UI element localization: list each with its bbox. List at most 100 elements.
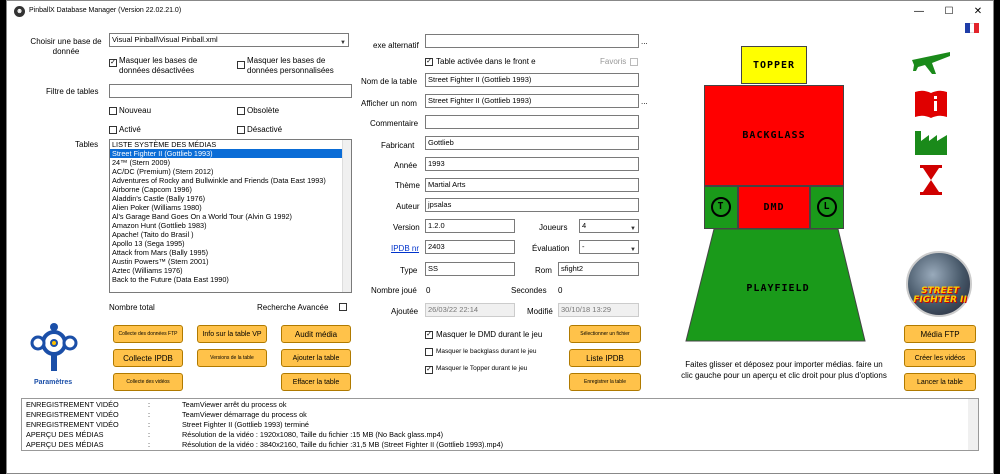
table-list-item[interactable]: Austin Powers™ (Stern 2001) [110, 257, 342, 266]
tables-scrollbar[interactable] [342, 140, 351, 292]
settings-button[interactable]: Paramètres [25, 323, 83, 386]
table-versions-button[interactable]: Versions de la table [197, 349, 267, 367]
type-input[interactable]: SS [425, 262, 515, 276]
log-msg: Résolution de la vidéo : 1920x1080, Tail… [182, 430, 444, 439]
media-ftp-button[interactable]: Média FTP [904, 325, 976, 343]
log-cat: APERÇU DES MÉDIAS [26, 430, 104, 439]
comment-input[interactable] [425, 115, 639, 129]
delete-table-button[interactable]: Effacer la table [281, 373, 351, 391]
obsolete-label: Obsolète [247, 106, 280, 115]
factory-icon[interactable] [913, 127, 949, 157]
table-list-item[interactable]: LISTE SYSTÈME DES MÉDIAS [110, 140, 342, 149]
hide-custom-label: Masquer les bases de données personnalis… [247, 56, 334, 75]
advanced-search-label: Recherche Avancée [257, 303, 329, 312]
save-table-button[interactable]: Enregistrer la table [569, 373, 641, 391]
advanced-search-checkbox[interactable] [339, 303, 347, 311]
ipdb-link[interactable]: IPDB nr [391, 244, 419, 253]
select-file-button[interactable]: Sélectionner un fichier [569, 325, 641, 343]
log-cat: ENREGISTREMENT VIDÉO [26, 420, 119, 429]
table-info-button[interactable]: Info sur la table VP [197, 325, 267, 343]
new-checkbox[interactable] [109, 107, 117, 115]
year-input[interactable]: 1993 [425, 157, 639, 171]
disabled-label: Désactivé [247, 125, 283, 134]
table-list-item[interactable]: 24™ (Stern 2009) [110, 158, 342, 167]
backglass-zone[interactable]: BACKGLASS [704, 85, 844, 186]
maker-input[interactable]: Gottlieb [425, 136, 639, 150]
hide-disabled-checkbox[interactable]: ✓ [109, 59, 117, 67]
hourglass-icon[interactable] [919, 164, 943, 196]
filter-input[interactable] [109, 84, 352, 98]
table-list-item[interactable]: Apache! (Taito do Brasil ) [110, 230, 342, 239]
right-speaker-zone[interactable]: L [810, 186, 844, 229]
display-name-browse[interactable]: ... [641, 97, 648, 106]
database-select[interactable]: Visual Pinball\Visual Pinball.xml ▼ [109, 33, 349, 47]
table-active-checkbox[interactable]: ✓ [425, 58, 433, 66]
table-list-item[interactable]: Airborne (Capcom 1996) [110, 185, 342, 194]
log-sep: : [148, 440, 151, 449]
minimize-button[interactable]: — [911, 5, 927, 19]
manual-book-icon[interactable] [913, 89, 949, 119]
close-button[interactable]: ✕ [970, 5, 986, 19]
ipdb-list-button[interactable]: Liste IPDB [569, 349, 641, 367]
table-list-item[interactable]: Al's Garage Band Goes On a World Tour (A… [110, 212, 342, 221]
played-value: 0 [426, 286, 431, 295]
maximize-button[interactable]: ☐ [941, 5, 957, 19]
exe-alt-browse[interactable]: ... [641, 37, 648, 46]
exe-alt-input[interactable] [425, 34, 639, 48]
log-scrollbar[interactable] [968, 399, 978, 450]
hide-topper-checkbox[interactable]: ✓ [425, 366, 433, 374]
playfield-label: PLAYFIELD [746, 283, 810, 294]
active-checkbox[interactable] [109, 126, 117, 134]
favorites-checkbox[interactable] [630, 58, 638, 66]
year-label: Année [394, 161, 418, 170]
table-list-item[interactable]: AC/DC (Premium) (Stern 2012) [110, 167, 342, 176]
played-label: Nombre joué [371, 286, 417, 295]
add-table-button[interactable]: Ajouter la table [281, 349, 351, 367]
wheel-image[interactable]: STREET FIGHTER II [906, 251, 972, 317]
table-list-item[interactable]: Aztec (Williams 1976) [110, 266, 342, 275]
rom-input[interactable]: sfight2 [558, 262, 639, 276]
obsolete-checkbox[interactable] [237, 107, 245, 115]
table-list-item[interactable]: Alien Poker (Williams 1980) [110, 203, 342, 212]
hide-custom-checkbox[interactable] [237, 61, 245, 69]
left-speaker-label: T [711, 197, 731, 217]
dmd-zone[interactable]: DMD [738, 186, 810, 229]
author-input[interactable]: jpsalas [425, 198, 639, 212]
disabled-checkbox[interactable] [237, 126, 245, 134]
audit-media-button[interactable]: Audit média [281, 325, 351, 343]
theme-input[interactable]: Martial Arts [425, 178, 639, 192]
language-flag-icon[interactable] [965, 23, 980, 33]
log-msg: Street Fighter II (Gottlieb 1993) termin… [182, 420, 309, 429]
log-msg: Résolution de la vidéo : 3840x2160, Tail… [182, 440, 504, 449]
players-label: Joueurs [539, 223, 568, 232]
table-list-item[interactable]: Back to the Future (Data East 1990) [110, 275, 342, 284]
display-name-input[interactable]: Street Fighter II (Gottlieb 1993) [425, 94, 639, 108]
table-list-item[interactable]: Adventures of Rocky and Bullwinkle and F… [110, 176, 342, 185]
table-name-input[interactable]: Street Fighter II (Gottlieb 1993) [425, 73, 639, 87]
collect-videos-button[interactable]: Collecte des vidéos [113, 373, 183, 391]
rating-select[interactable]: - ▼ [579, 240, 639, 254]
type-label: Type [400, 266, 418, 275]
tables-listbox[interactable]: LISTE SYSTÈME DES MÉDIAS Street Fighter I… [109, 139, 352, 293]
hide-backglass-checkbox[interactable] [425, 348, 433, 356]
table-list-item[interactable]: Street Fighter II (Gottlieb 1993) [110, 149, 342, 158]
left-speaker-zone[interactable]: T [704, 186, 738, 229]
table-list-item[interactable]: Aladdin's Castle (Bally 1976) [110, 194, 342, 203]
create-videos-button[interactable]: Créer les vidéos [904, 349, 976, 367]
topper-zone[interactable]: TOPPER [741, 46, 807, 84]
collect-ftp-button[interactable]: Collecte des données FTP [113, 325, 183, 343]
launch-table-button[interactable]: Lancer la table [904, 373, 976, 391]
rom-label: Rom [535, 266, 552, 275]
chevron-down-icon: ▼ [630, 226, 636, 232]
exe-alt-label: exe alternatif [373, 41, 419, 50]
hide-dmd-checkbox[interactable]: ✓ [425, 331, 433, 339]
table-list-item[interactable]: Apollo 13 (Sega 1995) [110, 239, 342, 248]
table-list-item[interactable]: Amazon Hunt (Gottlieb 1983) [110, 221, 342, 230]
players-select[interactable]: 4 ▼ [579, 219, 639, 233]
collect-ipdb-button[interactable]: Collecte IPDB [113, 349, 183, 367]
version-input[interactable]: 1.2.0 [425, 219, 515, 233]
log-panel[interactable]: ENREGISTREMENT VIDÉO: TeamViewer arrêt du… [21, 398, 979, 451]
airplane-icon[interactable] [910, 46, 952, 76]
table-list-item[interactable]: Attack from Mars (Bally 1995) [110, 248, 342, 257]
ipdb-input[interactable]: 2403 [425, 240, 515, 254]
